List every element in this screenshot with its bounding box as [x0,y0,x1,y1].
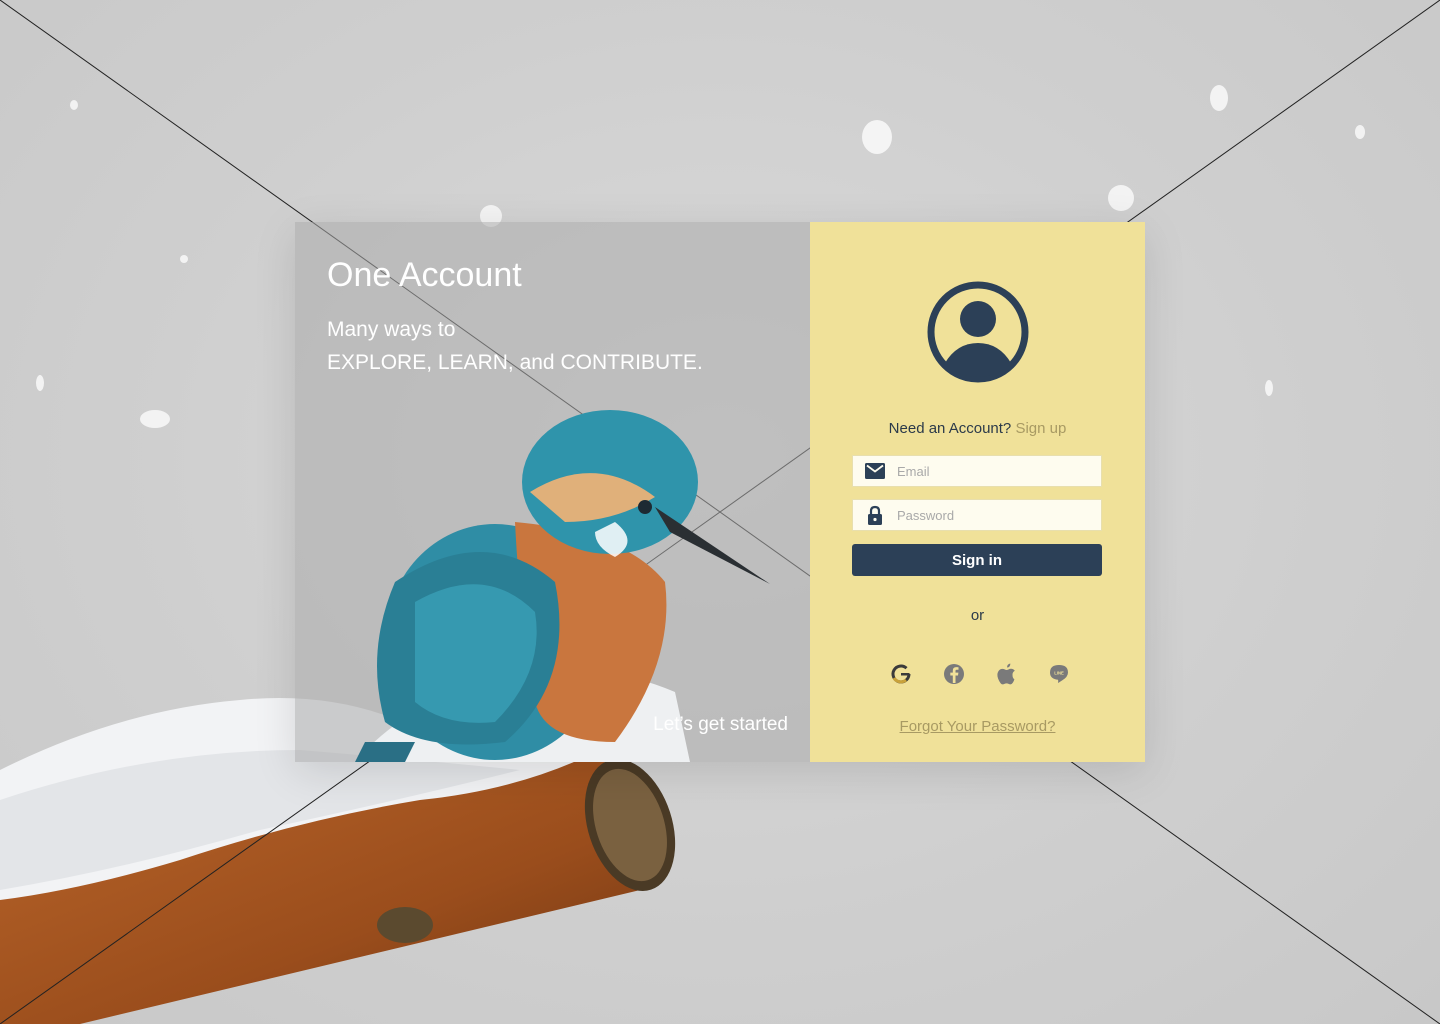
signin-button[interactable]: Sign in [852,544,1102,576]
brand-title: One Account [327,256,522,294]
login-card: One Account Many ways to EXPLORE, LEARN,… [295,222,1145,762]
signup-link[interactable]: Sign up [1015,420,1066,437]
forgot-password-link[interactable]: Forgot Your Password? [810,718,1145,735]
brand-subtitle-line2: EXPLORE, LEARN, and CONTRIBUTE. [327,351,703,374]
facebook-icon[interactable] [943,663,965,685]
password-field[interactable] [852,499,1102,531]
need-account-text: Need an Account? Sign up [810,420,1145,437]
or-divider: or [970,607,985,624]
need-account-label: Need an Account? [888,420,1012,437]
social-login-row: LINE [890,663,1070,687]
kingfisher-illustration [355,410,770,762]
hero-panel: One Account Many ways to EXPLORE, LEARN,… [295,222,810,762]
svg-text:LINE: LINE [1054,671,1064,676]
email-input[interactable] [897,463,1092,479]
mail-icon [853,463,897,479]
email-field[interactable] [852,455,1102,487]
password-input[interactable] [897,507,1092,523]
lock-icon [853,505,897,525]
user-avatar-icon [927,281,1029,383]
google-icon[interactable] [890,663,912,685]
apple-icon[interactable] [995,663,1017,685]
signin-panel: Need an Account? Sign up Sign [810,222,1145,762]
line-icon[interactable]: LINE [1048,663,1070,685]
brand-subtitle-line1: Many ways to [327,318,456,341]
get-started-link[interactable]: Let’s get started [653,714,788,736]
